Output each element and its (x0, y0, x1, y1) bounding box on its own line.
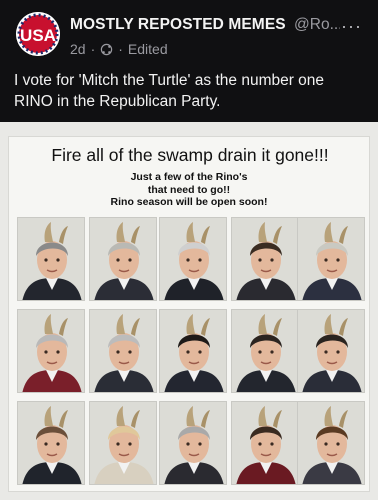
portrait-tile (297, 309, 365, 393)
portrait-tile (159, 401, 227, 485)
meme-subtitle-line: Rino season will be open soon! (110, 196, 268, 208)
portrait-tile (231, 309, 299, 393)
post-meta: 2d · · Edited (70, 41, 168, 57)
portrait-tile (17, 309, 85, 393)
audience-icon (101, 43, 113, 55)
meme-title: Fire all of the swamp drain it gone!!! (51, 145, 329, 165)
page-avatar[interactable]: USA (16, 12, 60, 56)
usa-logo-icon: USA (16, 12, 60, 56)
portrait-tile (17, 401, 85, 485)
meme-subtitle-line: Just a few of the Rino's (130, 171, 248, 183)
portrait-tile (89, 401, 157, 485)
portrait-tile (89, 309, 157, 393)
meta-separator: · (90, 41, 96, 57)
meme-card: Fire all of the swamp drain it gone!!! J… (8, 136, 370, 492)
portrait-tile (297, 401, 365, 485)
portrait-tile (17, 217, 85, 301)
portrait-tile (231, 217, 299, 301)
portrait-tile (297, 217, 365, 301)
meme-image[interactable]: Fire all of the swamp drain it gone!!! J… (0, 122, 378, 500)
portrait-tile (159, 217, 227, 301)
post-age[interactable]: 2d (70, 41, 86, 57)
post-header: USA MOSTLY REPOSTED MEMES @Ro... 2d · · … (0, 0, 378, 66)
post-text: I vote for 'Mitch the Turtle' as the num… (14, 72, 325, 110)
author-line: MOSTLY REPOSTED MEMES @Ro... (70, 16, 340, 34)
meta-separator: · (118, 41, 123, 57)
meme-subtitle: Just a few of the Rino's that need to go… (69, 171, 309, 209)
edited-label[interactable]: Edited (128, 41, 168, 57)
author-handle[interactable]: @Ro... (294, 16, 340, 33)
avatar-text: USA (20, 26, 56, 45)
author-name[interactable]: MOSTLY REPOSTED MEMES (70, 16, 286, 33)
portrait-tile (89, 217, 157, 301)
portrait-tile (231, 401, 299, 485)
more-options-icon[interactable]: ··· (341, 16, 362, 37)
portrait-tile (159, 309, 227, 393)
meme-subtitle-line: that need to go!! (147, 183, 231, 196)
